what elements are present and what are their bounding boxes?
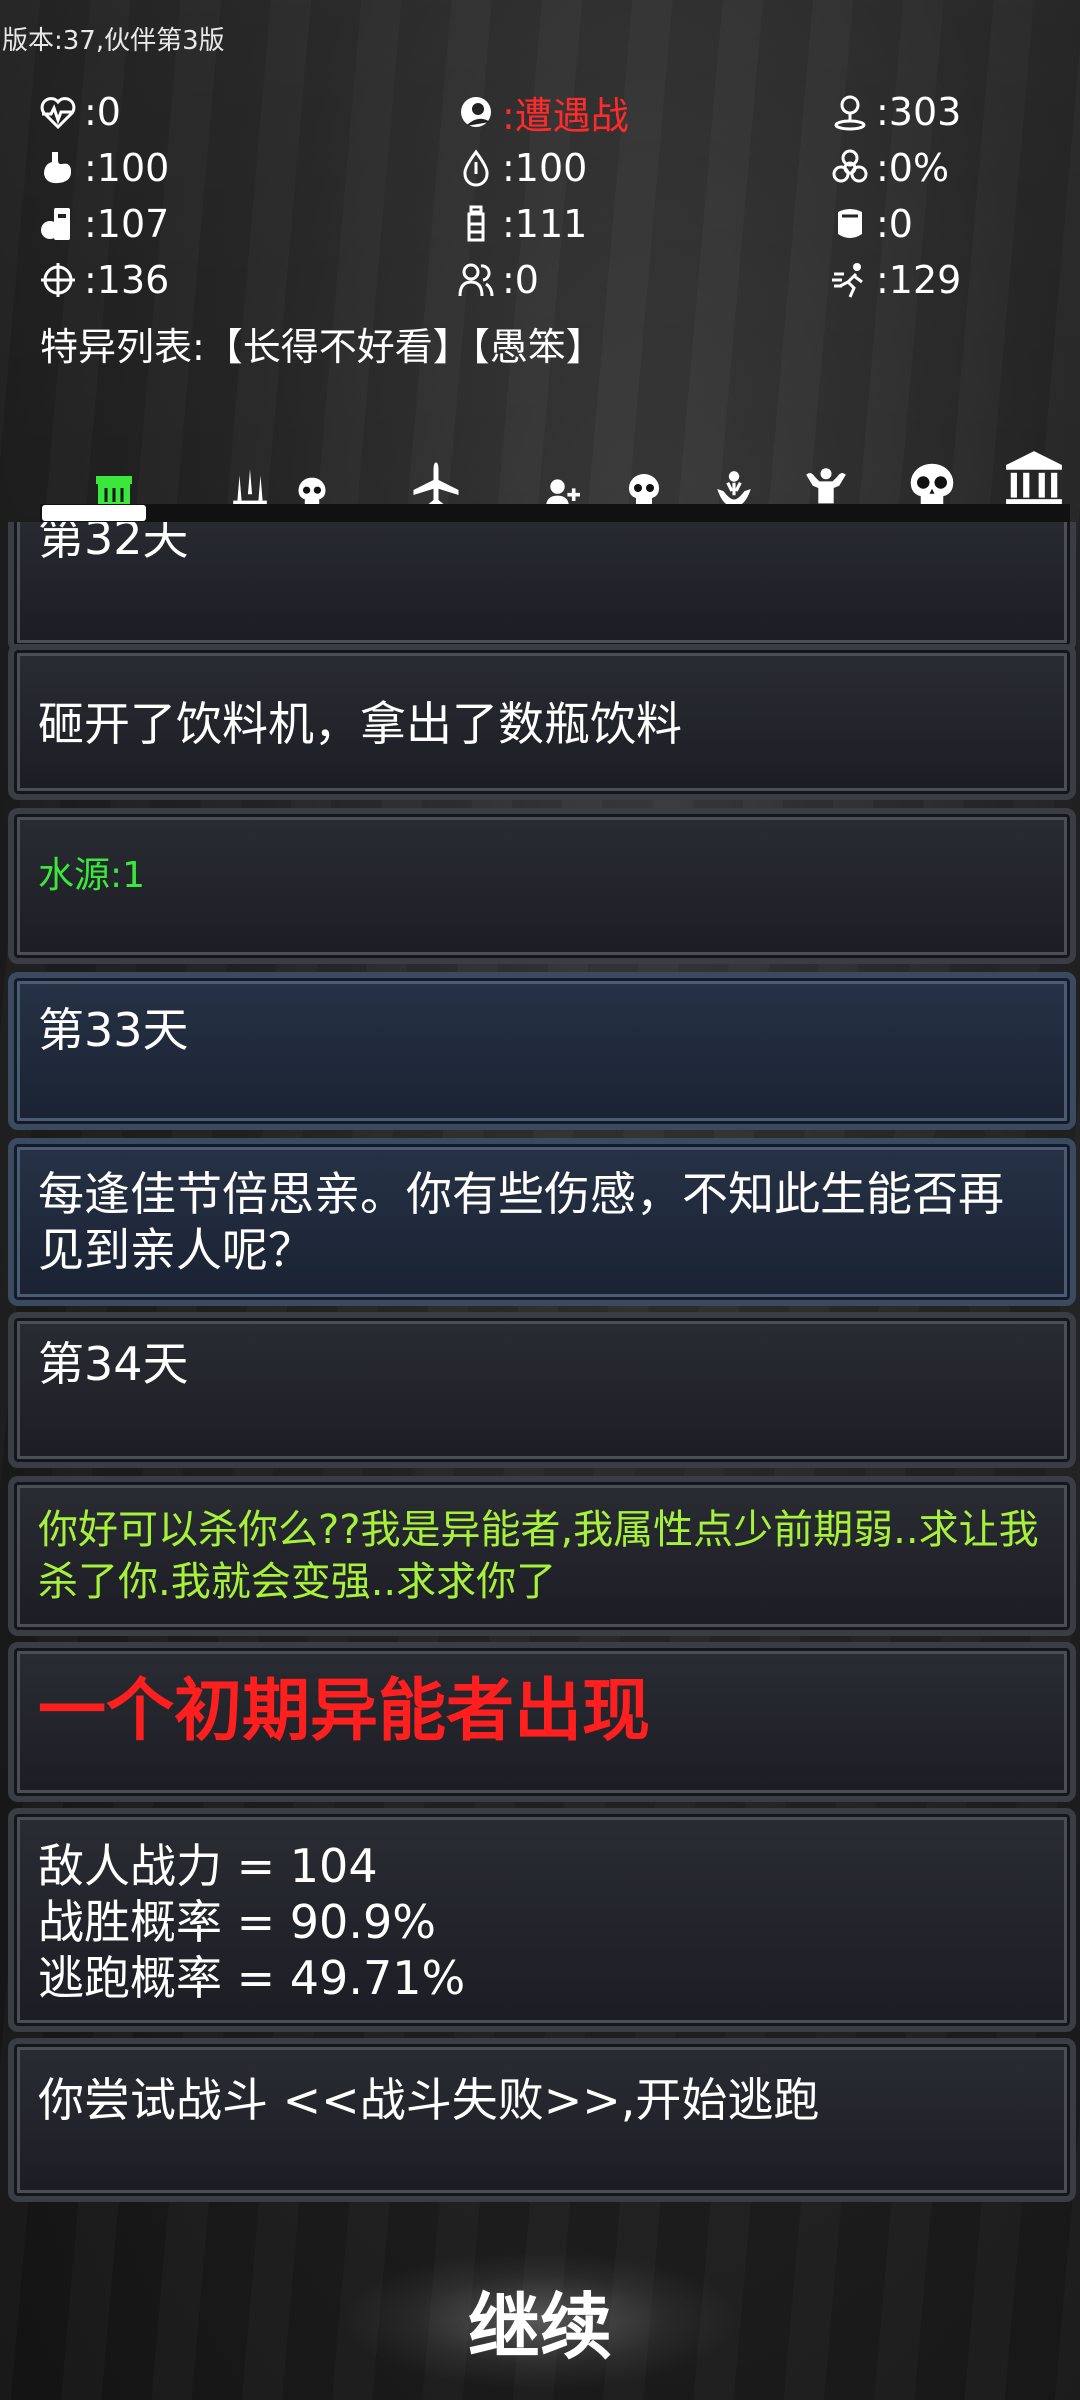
skull-large-icon: [910, 463, 954, 507]
log-text: 第33天: [38, 1003, 189, 1057]
food-supply-icon: [36, 202, 80, 246]
water-drop-icon: [454, 146, 498, 190]
stat-food-value: :100: [84, 146, 170, 190]
stat-distance-value: :303: [876, 90, 962, 134]
globe-person-icon: [454, 90, 498, 134]
log-text: 逃跑概率 = 49.71%: [38, 1951, 466, 2005]
heartbeat-icon: [36, 90, 80, 134]
stat-companions: :0: [454, 254, 539, 306]
stat-agility: :129: [828, 254, 961, 306]
log-text: 一个初期异能者出现: [38, 1672, 651, 1751]
biohazard-icon: [828, 146, 872, 190]
tab-bank[interactable]: [1002, 442, 1066, 510]
stat-food-supply-value: :107: [84, 202, 170, 246]
log-card: 你好可以杀你么??我是异能者,我属性点少前期弱..求让我杀了你.我就会变强..求…: [8, 1476, 1076, 1636]
tab-add-companion[interactable]: [538, 442, 586, 510]
log-card: 水源:1: [8, 808, 1076, 964]
tab-active-indicator: [42, 505, 146, 521]
log-text: 你尝试战斗 <<战斗失败>>,开始逃跑: [38, 2073, 820, 2127]
group-icon: [454, 258, 498, 302]
running-icon: [828, 258, 872, 302]
stat-mode: :遭遇战: [454, 86, 629, 138]
event-log[interactable]: 第32天 砸开了饮料机，拿出了数瓶饮料 水源:1 第33天 每逢佳节倍思亲。你有…: [0, 522, 1080, 2202]
stat-health: :0: [36, 86, 121, 138]
log-card: 敌人战力 = 104 战胜概率 = 90.9% 逃跑概率 = 49.71%: [8, 1808, 1076, 2032]
tab-weapons[interactable]: [226, 442, 274, 510]
stat-water-supply: :111: [454, 198, 587, 250]
water-bottle-icon: [454, 202, 498, 246]
stomach-icon: [36, 146, 80, 190]
stat-distance: :303: [828, 86, 961, 138]
stat-water: :100: [454, 142, 587, 194]
version-label: 版本:37,伙伴第3版: [2, 26, 225, 56]
log-card: 第32天: [8, 522, 1076, 652]
stat-agility-value: :129: [876, 258, 962, 302]
log-card: 每逢佳节倍思亲。你有些伤感，不知此生能否再见到亲人呢？: [8, 1138, 1076, 1306]
armor-icon: [828, 202, 872, 246]
log-text: 水源:1: [38, 855, 146, 896]
log-text: 敌人战力 = 104: [38, 1839, 378, 1893]
tab-skull[interactable]: [620, 442, 668, 510]
tab-strength[interactable]: [796, 442, 856, 510]
continue-button[interactable]: 继续: [340, 2250, 740, 2390]
log-text: 砸开了饮料机，拿出了数瓶饮料: [38, 697, 682, 751]
stat-mode-value: :遭遇战: [502, 93, 629, 138]
log-text: 战胜概率 = 90.9%: [38, 1895, 436, 1949]
stat-health-value: :0: [84, 90, 121, 134]
log-text: 第34天: [38, 1337, 189, 1391]
log-card: 第34天: [8, 1312, 1076, 1468]
log-card: 你尝试战斗 <<战斗失败>>,开始逃跑: [8, 2038, 1076, 2202]
stat-defense-value: :0: [876, 202, 913, 246]
stat-attack-value: :136: [84, 258, 170, 302]
log-card: 一个初期异能者出现: [8, 1642, 1076, 1802]
tab-skull-small[interactable]: [290, 442, 334, 510]
stat-water-value: :100: [502, 146, 588, 190]
tab-airplane[interactable]: [408, 442, 464, 510]
stat-infection-value: :0%: [876, 146, 950, 190]
stat-attack: :136: [36, 254, 169, 306]
log-card: 砸开了饮料机，拿出了数瓶饮料: [8, 644, 1076, 800]
tab-ability[interactable]: [710, 442, 758, 510]
log-card: 第33天: [8, 972, 1076, 1130]
location-pin-icon: [828, 90, 872, 134]
traits-list: 特异列表:【长得不好看】【愚笨】: [40, 325, 604, 369]
bank-icon: [1006, 451, 1062, 507]
log-text: 你好可以杀你么??我是异能者,我属性点少前期弱..求让我杀了你.我就会变强..求…: [38, 1507, 1039, 1605]
crosshair-icon: [36, 258, 80, 302]
stat-water-supply-value: :111: [502, 202, 588, 246]
tab-bar-track: [40, 504, 1070, 522]
log-text: 每逢佳节倍思亲。你有些伤感，不知此生能否再见到亲人呢？: [38, 1167, 1004, 1277]
stat-companions-value: :0: [502, 258, 539, 302]
stat-food: :100: [36, 142, 169, 194]
tab-skull-large[interactable]: [902, 442, 962, 510]
stat-defense: :0: [828, 198, 913, 250]
stat-infection: :0%: [828, 142, 949, 194]
airplane-icon: [413, 462, 459, 508]
stat-food-supply: :107: [36, 198, 169, 250]
category-tabs: [40, 442, 1070, 512]
log-text: 第32天: [38, 522, 189, 565]
tab-supply[interactable]: [90, 442, 138, 510]
